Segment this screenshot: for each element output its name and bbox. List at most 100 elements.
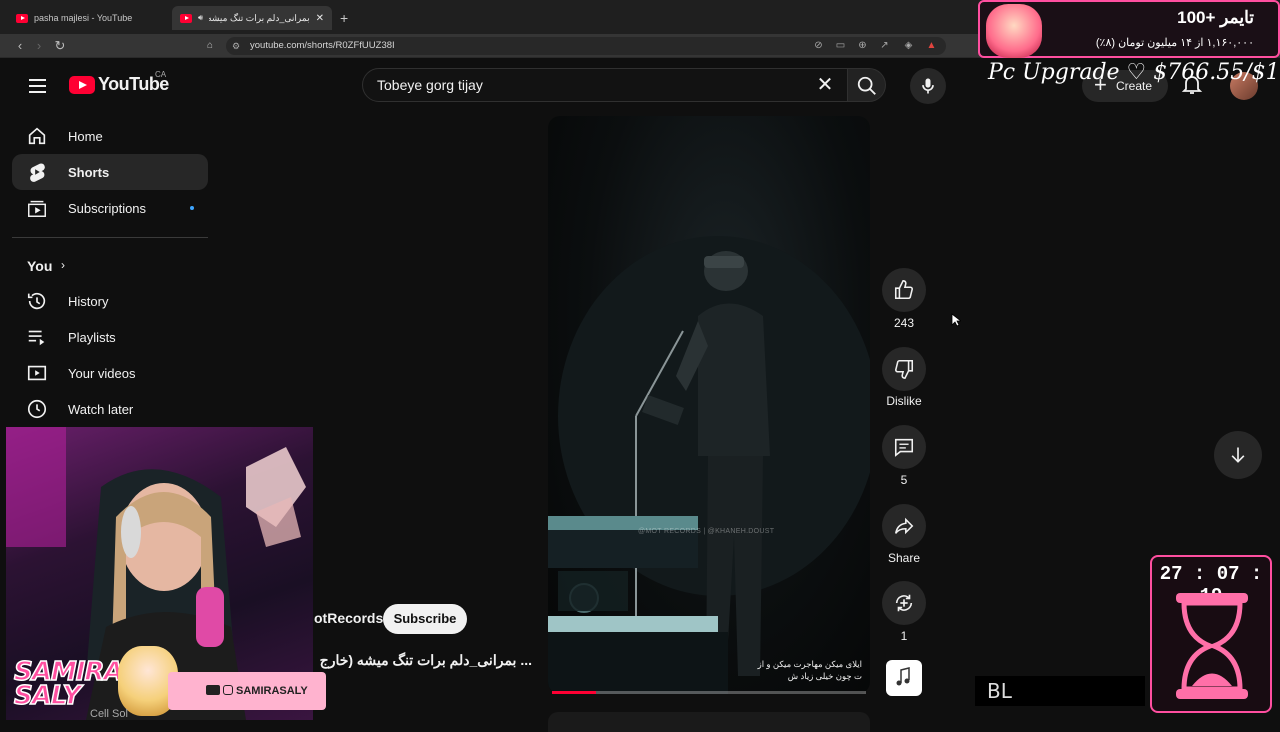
youtube-favicon-icon [16, 13, 28, 23]
url-text: youtube.com/shorts/R0ZFfUUZ38I [250, 40, 395, 51]
caption-line: ت چون خیلی زیاد ش [787, 671, 862, 681]
sidebar-item-label: Home [68, 128, 103, 144]
donation-goal-text: ۱,۱۶۰,۰۰۰ از ۱۴ میلیون تومان (۸٪) [1095, 37, 1254, 49]
youtube-social-icon [206, 685, 220, 695]
sidebar-item-subscriptions[interactable]: Subscriptions [12, 190, 208, 226]
forward-icon[interactable]: › [30, 37, 48, 55]
donation-mascot [986, 4, 1042, 58]
next-short-button[interactable] [1214, 431, 1262, 479]
comment-icon [894, 438, 914, 457]
new-tab-button[interactable]: + [340, 10, 348, 26]
browser-tab-active[interactable]: 🔊︎ بمرانی_دلم برات تنگ میشه (خا ✕ [172, 6, 332, 30]
playlists-icon [28, 330, 45, 346]
reload-icon[interactable]: ↻ [51, 37, 69, 55]
bookmark-icon[interactable]: ⌂ [201, 37, 219, 55]
caption-line: ایلای میکن مهاجرت میکن و از [757, 659, 862, 669]
comments-button[interactable] [882, 425, 926, 469]
shorts-video-player[interactable]: @MOT RECORDS | @KHANEH.DOUST ایلای میکن … [548, 116, 870, 694]
subscribe-button[interactable]: Subscribe [383, 604, 467, 634]
country-code: CA [155, 70, 167, 79]
donation-alert: تایمر +100 ۱,۱۶۰,۰۰۰ از ۱۴ میلیون تومان … [978, 0, 1280, 58]
thumbs-down-icon [894, 359, 914, 379]
sidebar-item-your-videos[interactable]: Your videos [12, 355, 208, 391]
browser-tab[interactable]: pasha majlesi - YouTube [8, 6, 168, 30]
chevron-right-icon[interactable]: › [61, 258, 65, 272]
remix-count: 1 [900, 629, 908, 643]
sidebar-you-section: History Playlists Your videos Watch late… [12, 283, 208, 427]
music-note-icon [896, 667, 910, 686]
remix-button[interactable] [882, 581, 926, 625]
streamer-name-logo: SAMIRA SALY [13, 658, 124, 711]
tab-title: pasha majlesi - YouTube [34, 13, 133, 23]
video-progress-bar[interactable] [552, 691, 866, 694]
channel-name[interactable]: otRecords [314, 610, 383, 626]
sidebar-item-label: Your videos [68, 365, 136, 381]
voice-search-button[interactable] [910, 68, 946, 104]
youtube-logo[interactable]: YouTube CA [69, 70, 169, 95]
social-handle-tag: SAMIRASALY [168, 672, 326, 710]
next-video-preview [548, 712, 870, 732]
new-content-dot [190, 206, 194, 210]
sidebar-item-shorts[interactable]: Shorts [12, 154, 208, 190]
cast-icon[interactable]: ▭ [834, 39, 847, 52]
sidebar-item-watch-later[interactable]: Watch later [12, 391, 208, 427]
thumbs-up-icon [894, 280, 914, 300]
video-caption: ایلای میکن مهاجرت میکن و از ت چون خیلی ز… [758, 658, 862, 682]
dislike-button[interactable] [882, 347, 926, 391]
eye-off-icon[interactable]: ⊘ [812, 39, 825, 52]
search-box[interactable]: ✕ [362, 68, 848, 102]
zoom-icon[interactable]: ⊕ [856, 39, 869, 52]
your-videos-icon [27, 365, 47, 381]
search-button[interactable] [848, 68, 886, 102]
stream-timer: 27 : 07 : 19 [1150, 555, 1272, 713]
video-watermark: @MOT RECORDS | @KHANEH.DOUST [638, 528, 775, 535]
video-progress-fill [552, 691, 596, 694]
audio-playing-icon[interactable]: 🔊︎ [198, 13, 203, 23]
video-title[interactable]: ... بمرانی_دلم برات تنگ میشه (خارج [314, 652, 532, 669]
sidebar-you-heading[interactable]: You [27, 258, 52, 274]
clear-search-icon[interactable]: ✕ [813, 74, 837, 98]
sidebar-item-label: History [68, 293, 109, 309]
search-input[interactable] [377, 69, 797, 101]
shorts-icon [30, 163, 45, 182]
remix-icon [895, 594, 913, 612]
shield-extension-icon[interactable]: ◈ [902, 39, 915, 52]
sidebar-item-label: Playlists [68, 329, 116, 345]
instagram-icon [223, 685, 233, 695]
sidebar-divider [12, 237, 208, 238]
sidebar: Home Shorts Subscriptions [12, 118, 208, 226]
like-count: 243 [893, 316, 915, 330]
donation-title: تایمر +100 [1177, 8, 1254, 27]
sidebar-item-home[interactable]: Home [12, 118, 208, 154]
sidebar-item-playlists[interactable]: Playlists [12, 319, 208, 355]
subscriptions-icon [28, 200, 46, 217]
sidebar-item-label: Watch later [68, 401, 134, 417]
arrow-down-icon [1231, 447, 1245, 463]
share-button[interactable] [882, 504, 926, 548]
pc-upgrade-goal: Pc Upgrade ♡ $766.55/$1,000 [988, 60, 1280, 85]
tab-title: بمرانی_دلم برات تنگ میشه (خا [209, 12, 310, 23]
brand-logo: BL [975, 676, 1145, 706]
mouse-cursor [951, 313, 963, 332]
back-icon[interactable]: ‹ [11, 37, 29, 55]
menu-icon[interactable] [24, 72, 52, 100]
youtube-logo-icon [69, 75, 95, 94]
share-icon [894, 517, 914, 535]
sidebar-item-history[interactable]: History [12, 283, 208, 319]
like-button[interactable] [882, 268, 926, 312]
streamer-name-line: SALY [13, 681, 82, 711]
sound-label: Cell Sol [90, 708, 128, 720]
sound-thumbnail[interactable] [886, 660, 922, 696]
sidebar-item-label: Subscriptions [68, 200, 147, 216]
video-frame [548, 236, 870, 694]
site-info-icon[interactable]: ⚙︎ [232, 37, 240, 55]
comment-count: 5 [900, 473, 908, 487]
hourglass-icon [1176, 593, 1248, 699]
warning-extension-icon[interactable]: ▲ [925, 39, 938, 52]
sidebar-item-label: Shorts [68, 164, 110, 180]
share-page-icon[interactable]: ↗ [878, 39, 891, 52]
youtube-favicon-icon [180, 13, 192, 23]
history-icon [27, 292, 46, 310]
close-tab-icon[interactable]: ✕ [316, 13, 324, 24]
microphone-icon [922, 78, 934, 94]
